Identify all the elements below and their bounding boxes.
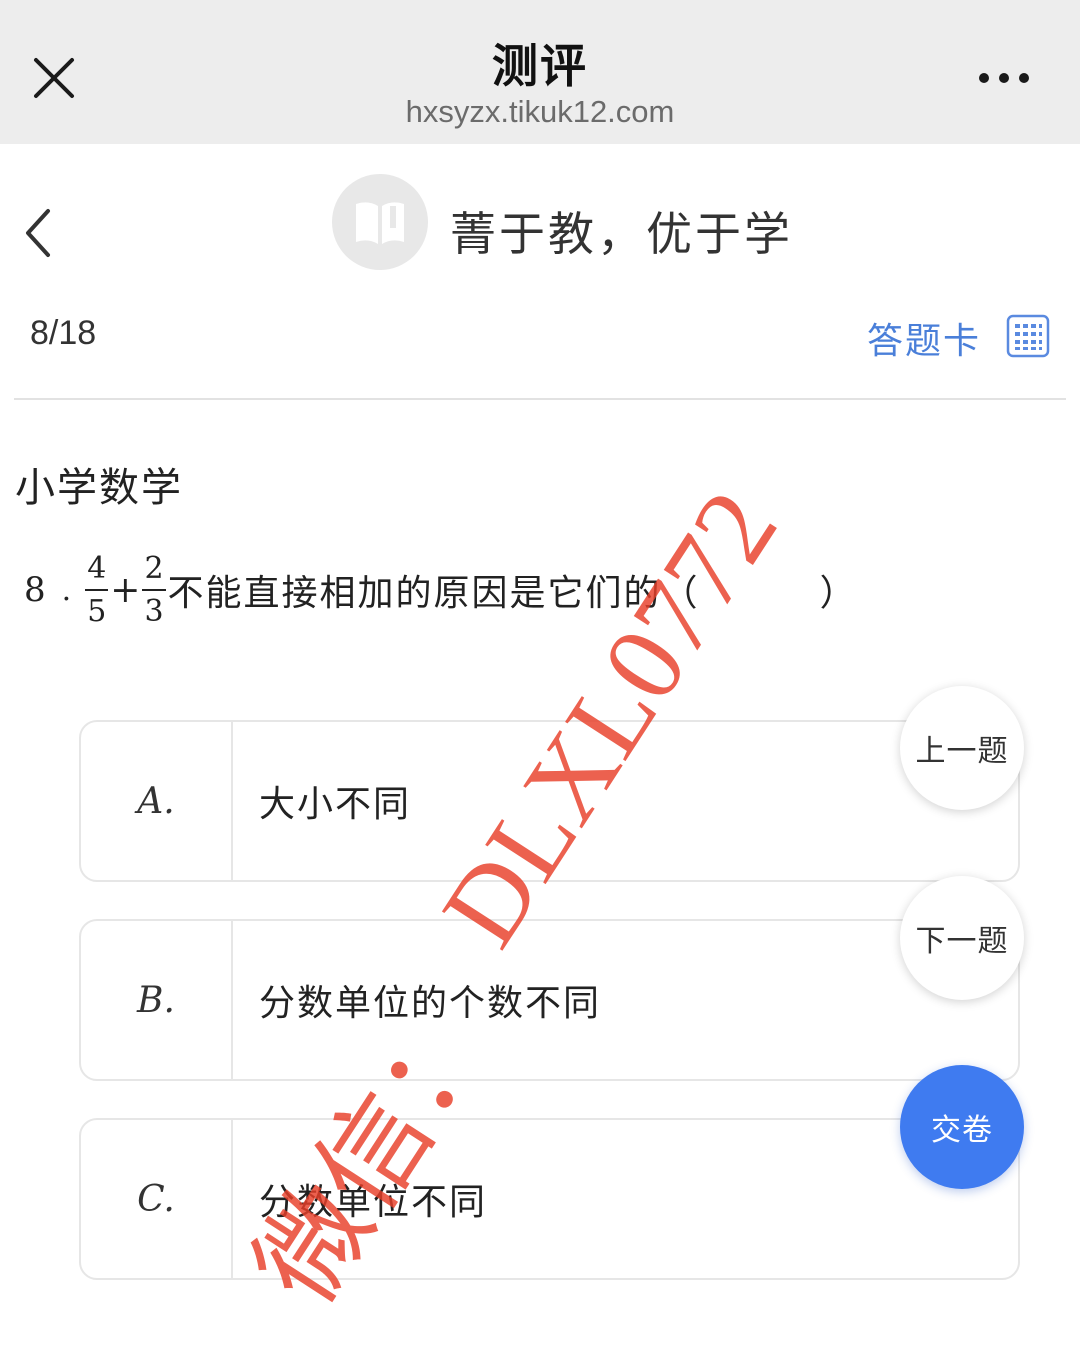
option-letter: C. [81, 1120, 233, 1278]
option-text: 分数单位不同 [259, 1182, 488, 1223]
answer-card-button[interactable]: 答题卡 [867, 312, 981, 364]
option-c[interactable]: C. 分数单位不同 [79, 1118, 1020, 1280]
brand-slogan: 菁于教，优于学 [450, 207, 793, 261]
next-question-button[interactable]: 下一题 [900, 876, 1024, 1000]
plus-sign: + [110, 569, 141, 611]
prev-question-button[interactable]: 上一题 [900, 686, 1024, 810]
option-a[interactable]: A. 大小不同 [79, 720, 1020, 882]
option-text: 大小不同 [259, 784, 412, 825]
fraction-numerator: 4 [85, 553, 109, 591]
divider [14, 398, 1066, 400]
chevron-left-icon [26, 209, 50, 257]
fraction: 4 5 [85, 553, 109, 629]
webview-url: hxsyzx.tikuk12.com [405, 94, 675, 129]
more-icon [979, 73, 1029, 83]
webview-top-bar: 测评 hxsyzx.tikuk12.com [0, 0, 1080, 144]
fraction-numerator: 2 [142, 553, 166, 591]
brand-logo [332, 174, 428, 270]
option-letter: A. [81, 722, 233, 880]
subject-title: 小学数学 [15, 465, 183, 511]
question-close-paren: ） [819, 573, 858, 614]
option-text: 分数单位的个数不同 [259, 983, 602, 1024]
question-progress: 8/18 [30, 314, 97, 352]
question-text: 不能直接相加的原因是它们的（ [167, 573, 700, 614]
webview-title: 测评 [492, 39, 588, 93]
fraction-denominator: 3 [144, 593, 164, 629]
watermark-id: DLXL0772 [418, 469, 801, 967]
option-b[interactable]: B. 分数单位的个数不同 [79, 919, 1020, 1081]
fraction-denominator: 5 [87, 593, 107, 629]
book-icon [356, 202, 404, 244]
question-number: 8 [24, 570, 46, 610]
grid-icon[interactable] [1006, 314, 1050, 358]
back-button[interactable] [18, 205, 58, 261]
submit-exam-button[interactable]: 交卷 [900, 1065, 1024, 1189]
option-letter: B. [81, 921, 233, 1079]
fraction: 2 3 [142, 553, 166, 629]
question-number-dot: . [61, 572, 72, 608]
question-stem: 8 . 4 5 + 2 3 不能直接相加的原因是它们的（ ） [24, 545, 858, 635]
answer-grid-icon [1006, 314, 1050, 358]
more-menu-button[interactable] [972, 62, 1036, 94]
